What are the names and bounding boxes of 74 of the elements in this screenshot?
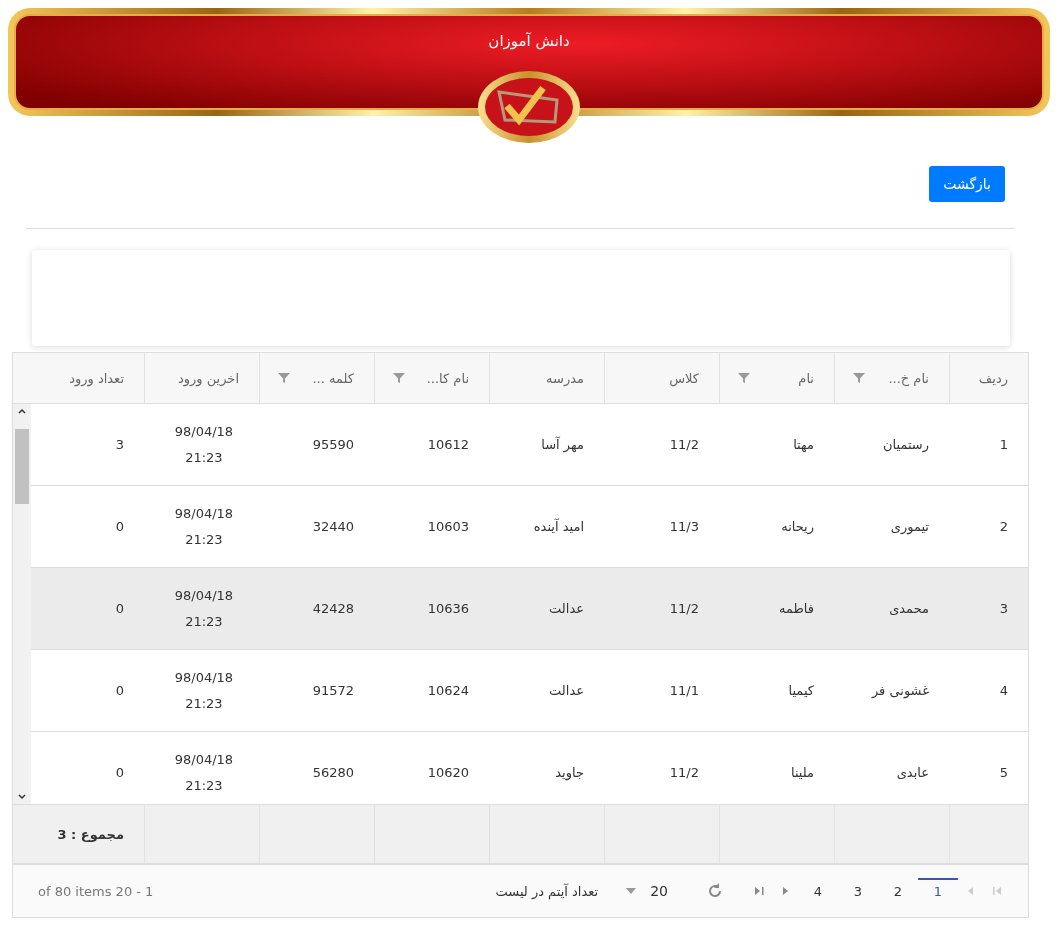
table-cell-text: 11/3 (669, 517, 699, 536)
column-header[interactable]: نام خ... (888, 370, 929, 386)
column-header[interactable]: نام کا... (426, 370, 469, 386)
column-header[interactable]: اخرین ورود (177, 370, 239, 386)
table-cell-text: 5 (999, 763, 1008, 782)
table-cell-text: ریحانه (781, 517, 814, 537)
scroll-thumb[interactable] (15, 429, 29, 504)
table-cell-text: غشونی فر (871, 681, 929, 701)
table-cell-text: 10603 (427, 517, 469, 536)
table-cell-text: 98/04/18 21:23 (173, 422, 235, 467)
scrollbar[interactable] (13, 404, 31, 804)
table-cell-text: 10612 (427, 435, 469, 454)
page-size-value[interactable]: 20 (650, 883, 668, 899)
column-header[interactable]: ردیف (978, 370, 1008, 386)
table-cell-text: 32440 (312, 517, 354, 536)
filter-icon[interactable] (853, 372, 865, 384)
table-cell-text: 0 (115, 517, 124, 536)
table-cell-text: 2 (999, 517, 1008, 536)
table-cell-text: 91572 (312, 681, 354, 700)
table-cell-text: کیمیا (788, 681, 814, 700)
table-cell-text: عدالت (549, 599, 584, 618)
page-button[interactable]: 3 (838, 877, 878, 905)
table-cell-text: 56280 (312, 763, 354, 782)
table-cell-text: 11/2 (669, 763, 699, 782)
column-header[interactable]: کلمه ... (312, 370, 354, 386)
page-size-label: تعداد آیتم در لیست (495, 883, 599, 899)
page-button[interactable]: 4 (798, 877, 838, 905)
table-cell-text: 0 (115, 681, 124, 700)
table-cell-text: مهر آسا (541, 435, 584, 455)
table-cell-text: 11/1 (669, 681, 699, 700)
filter-icon[interactable] (278, 372, 290, 384)
table-cell-text: ملینا (790, 763, 814, 782)
scroll-down-icon[interactable] (17, 793, 27, 801)
column-header[interactable]: تعداد ورود (69, 370, 124, 386)
dropdown-caret-icon[interactable] (626, 888, 637, 894)
filter-icon[interactable] (393, 372, 405, 384)
table-cell-text: 10624 (427, 681, 469, 700)
table-cell-text: 98/04/18 21:23 (173, 504, 235, 549)
table-cell-text: 0 (115, 763, 124, 782)
column-header[interactable]: کلاس (669, 370, 699, 386)
banner-title: دانش آموزان (488, 32, 570, 50)
page-button[interactable]: 2 (878, 877, 918, 905)
column-header[interactable]: نام (798, 370, 814, 386)
scroll-up-icon[interactable] (17, 407, 27, 415)
table-cell-text: امید آینده (533, 517, 584, 536)
table-cell-text: 1 (999, 435, 1008, 454)
table-cell-text: 98/04/18 21:23 (173, 750, 235, 795)
table-cell-text: 11/2 (669, 435, 699, 454)
table-cell-text: 95590 (312, 435, 354, 454)
table-cell-text: رستمیان (882, 435, 929, 455)
back-button[interactable]: بازگشت (929, 166, 1005, 202)
table-cell-text: 4 (999, 681, 1008, 700)
items-info: of 80 items 20 - 1 (38, 883, 154, 899)
table-cell-text: فاطمه (779, 599, 814, 618)
table-cell-text: 10636 (427, 599, 469, 618)
page-button[interactable]: 1 (918, 877, 958, 905)
table-cell-text: تیموری (890, 517, 929, 537)
table-cell-text: محمدی (889, 599, 929, 618)
table-cell-text: 3 (999, 599, 1008, 618)
table-cell-text: 11/2 (669, 599, 699, 618)
table-cell-text: 98/04/18 21:23 (173, 668, 235, 713)
table-cell-text: 0 (115, 599, 124, 618)
table-cell-text: عدالت (549, 681, 584, 700)
table-cell-text: عابدی (896, 763, 929, 782)
column-header[interactable]: مدرسه (546, 370, 584, 386)
table-cell-text: جاوید (555, 763, 584, 783)
checkmark-logo-icon (477, 70, 581, 144)
table-cell-text: 98/04/18 21:23 (173, 586, 235, 631)
filter-icon[interactable] (738, 372, 750, 384)
total-count: مجموع : 3 (57, 826, 124, 842)
table-cell-text: 42428 (312, 599, 354, 618)
table-cell-text: مهتا (793, 435, 814, 455)
table-cell-text: 10620 (427, 763, 469, 782)
table-cell-text: 3 (115, 435, 124, 454)
